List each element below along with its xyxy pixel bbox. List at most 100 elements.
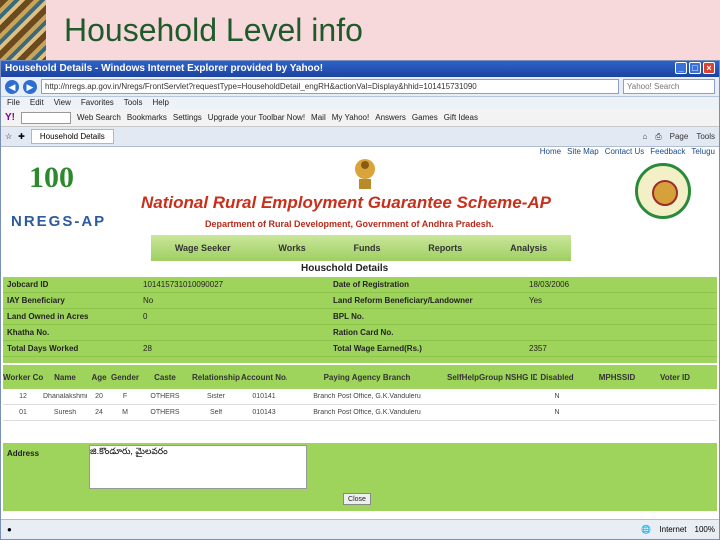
link-site-map[interactable]: Site Map bbox=[567, 147, 599, 156]
menu-tools[interactable]: Tools bbox=[124, 98, 143, 108]
table-cell: Suresh bbox=[53, 409, 77, 416]
zoom-control[interactable]: 100% bbox=[695, 525, 715, 534]
column-header: Account No. bbox=[241, 372, 287, 382]
detail-value: No bbox=[143, 296, 154, 305]
nav-works[interactable]: Works bbox=[278, 243, 305, 253]
yahoo-search-input[interactable] bbox=[21, 111, 71, 124]
maximize-icon[interactable]: □ bbox=[689, 62, 701, 74]
detail-label: Total Days Worked bbox=[7, 344, 79, 353]
table-cell: 01 bbox=[19, 409, 27, 416]
games-button[interactable]: Games bbox=[412, 113, 438, 122]
page-menu[interactable]: Page bbox=[670, 132, 689, 142]
gift-ideas-button[interactable]: Gift Ideas bbox=[444, 113, 478, 122]
link-telugu[interactable]: Telugu bbox=[691, 147, 715, 156]
detail-label: IAY Beneficiary bbox=[7, 296, 65, 305]
table-cell: Self bbox=[209, 409, 223, 416]
minimize-icon[interactable]: _ bbox=[675, 62, 687, 74]
table-cell: N bbox=[554, 409, 560, 416]
household-details-table: Jobcard ID 101415731010090027 Date of Re… bbox=[3, 277, 717, 363]
bookmarks-button[interactable]: Bookmarks bbox=[127, 113, 167, 122]
answers-button[interactable]: Answers bbox=[375, 113, 406, 122]
nregs-logo: 100 NREGS-AP bbox=[11, 157, 111, 230]
workers-table: Worker Code Name Age Gender Caste Relati… bbox=[3, 365, 717, 421]
address-section: Address జి.కొండూరు, మైలవరం Close bbox=[3, 443, 717, 511]
page-heading: Houschold Details bbox=[301, 263, 389, 274]
search-input[interactable]: Yahoo! Search bbox=[623, 79, 715, 94]
detail-row: Total Days Worked 28 Total Wage Earned(R… bbox=[3, 341, 717, 357]
table-cell: Sister bbox=[207, 393, 225, 400]
table-row: 01 Suresh 24 M OTHERS Self 010143 Branch… bbox=[3, 405, 717, 421]
close-button[interactable]: Close bbox=[343, 493, 371, 505]
page-content: Home Site Map Contact Us Feedback Telugu… bbox=[1, 147, 719, 519]
nav-analysis[interactable]: Analysis bbox=[510, 243, 547, 253]
table-cell: OTHERS bbox=[150, 409, 180, 416]
detail-row: Khatha No. Ration Card No. bbox=[3, 325, 717, 341]
mail-button[interactable]: Mail bbox=[311, 113, 326, 122]
nav-reports[interactable]: Reports bbox=[428, 243, 462, 253]
tools-menu[interactable]: Tools bbox=[696, 132, 715, 142]
window-title: Household Details - Windows Internet Exp… bbox=[5, 63, 324, 74]
column-header: Disabled bbox=[540, 372, 574, 382]
home-icon[interactable]: ⌂ bbox=[642, 132, 647, 142]
status-bar: ● 🌐 Internet 100% bbox=[1, 519, 719, 539]
ap-seal-icon bbox=[635, 163, 691, 219]
print-icon[interactable]: ⎙ bbox=[655, 132, 661, 142]
menu-bar: File Edit View Favorites Tools Help bbox=[1, 97, 719, 109]
column-header: Name bbox=[54, 372, 76, 382]
address-field[interactable]: జి.కొండూరు, మైలవరం bbox=[89, 445, 307, 489]
state-emblem-icon bbox=[355, 159, 375, 189]
status-done-icon: ● bbox=[7, 525, 12, 534]
add-favorite-icon[interactable]: ✚ bbox=[18, 132, 25, 141]
close-window-icon[interactable]: × bbox=[703, 62, 715, 74]
address-label: Address bbox=[7, 449, 40, 458]
slide-title: Household Level info bbox=[64, 12, 363, 48]
url-field[interactable]: http://nregs.ap.gov.in/Nregs/FrontServle… bbox=[41, 79, 619, 94]
my-yahoo-button[interactable]: My Yahoo! bbox=[332, 113, 370, 122]
slide-decoration bbox=[0, 0, 46, 60]
forward-icon[interactable]: ▶ bbox=[23, 79, 37, 94]
menu-view[interactable]: View bbox=[54, 98, 71, 108]
column-header: SHG ID bbox=[511, 372, 537, 382]
department-name: Department of Rural Development, Governm… bbox=[205, 219, 494, 229]
detail-label: Land Owned in Acres bbox=[7, 312, 89, 321]
detail-label: Date of Registration bbox=[333, 280, 410, 289]
scheme-title: National Rural Employment Guarantee Sche… bbox=[141, 193, 551, 212]
menu-edit[interactable]: Edit bbox=[30, 98, 44, 108]
link-contact-us[interactable]: Contact Us bbox=[605, 147, 645, 156]
table-cell: F bbox=[122, 393, 128, 400]
table-cell: 010141 bbox=[252, 393, 276, 400]
yahoo-logo[interactable]: Y! bbox=[5, 112, 15, 123]
table-cell: 20 bbox=[95, 393, 103, 400]
nav-wage-seeker[interactable]: Wage Seeker bbox=[175, 243, 231, 253]
link-home[interactable]: Home bbox=[540, 147, 561, 156]
web-search-button[interactable]: Web Search bbox=[77, 113, 121, 122]
workers-header-row: Worker Code Name Age Gender Caste Relati… bbox=[3, 365, 717, 389]
upgrade-toolbar-link[interactable]: Upgrade your Toolbar Now! bbox=[208, 113, 305, 122]
detail-label: Total Wage Earned(Rs.) bbox=[333, 344, 422, 353]
column-header: Caste bbox=[154, 372, 176, 382]
back-icon[interactable]: ◀ bbox=[5, 79, 19, 94]
browser-window: Household Details - Windows Internet Exp… bbox=[0, 60, 720, 540]
detail-row: Land Owned in Acres 0 BPL No. bbox=[3, 309, 717, 325]
detail-label: Ration Card No. bbox=[333, 328, 394, 337]
table-cell: OTHERS bbox=[150, 393, 180, 400]
table-cell: 010143 bbox=[252, 409, 276, 416]
menu-help[interactable]: Help bbox=[152, 98, 168, 108]
command-bar: ⌂ ⎙ Page Tools bbox=[642, 132, 715, 142]
table-cell: N bbox=[554, 393, 560, 400]
zone-label: Internet bbox=[659, 525, 687, 534]
favorites-star-icon[interactable]: ☆ bbox=[5, 132, 12, 141]
window-titlebar: Household Details - Windows Internet Exp… bbox=[1, 61, 719, 77]
menu-file[interactable]: File bbox=[7, 98, 20, 108]
detail-label: Khatha No. bbox=[7, 328, 50, 337]
tab-household-details[interactable]: Household Details bbox=[30, 129, 114, 144]
link-feedback[interactable]: Feedback bbox=[650, 147, 685, 156]
table-cell: Branch Post Office, G.K.Vanduleru bbox=[313, 409, 421, 416]
column-header: Relationship bbox=[191, 372, 240, 382]
settings-button[interactable]: Settings bbox=[173, 113, 202, 122]
detail-row: Jobcard ID 101415731010090027 Date of Re… bbox=[3, 277, 717, 293]
nav-funds[interactable]: Funds bbox=[354, 243, 381, 253]
detail-label: BPL No. bbox=[333, 312, 364, 321]
detail-value: Yes bbox=[529, 296, 543, 305]
menu-favorites[interactable]: Favorites bbox=[81, 98, 114, 108]
